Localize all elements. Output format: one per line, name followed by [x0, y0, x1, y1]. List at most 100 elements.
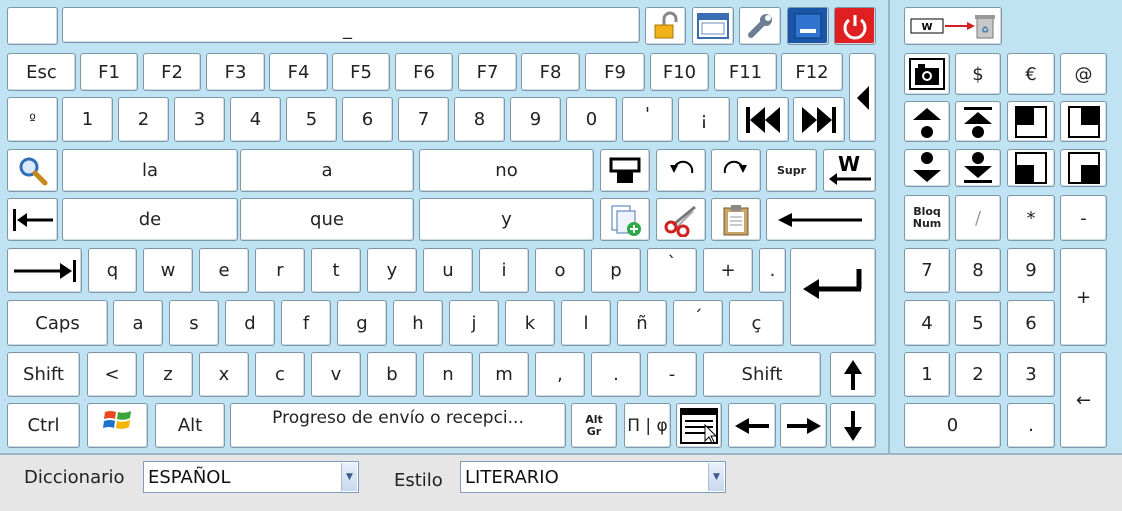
delete-word-button[interactable]: W: [823, 149, 876, 192]
f11-key[interactable]: F11: [714, 53, 777, 91]
caps-key[interactable]: Caps: [7, 300, 108, 346]
panel-toggle-button[interactable]: [849, 53, 876, 142]
search-button[interactable]: [7, 149, 58, 192]
key-v[interactable]: v: [311, 352, 361, 397]
f8-key[interactable]: F8: [521, 53, 580, 91]
window-bottom-right-button[interactable]: [1060, 149, 1107, 187]
key-4[interactable]: 4: [230, 97, 281, 142]
settings-button[interactable]: [739, 7, 781, 45]
tab-key[interactable]: [7, 248, 82, 293]
cut-button[interactable]: [656, 198, 706, 241]
key-0[interactable]: 0: [566, 97, 617, 142]
numpad-subtract-key[interactable]: -: [1060, 195, 1107, 241]
down-arrow-key[interactable]: [830, 403, 876, 448]
key-e[interactable]: e: [199, 248, 249, 293]
numpad-multiply-key[interactable]: *: [1007, 195, 1055, 241]
first-button[interactable]: [737, 97, 789, 142]
key-n[interactable]: n: [423, 352, 473, 397]
page-up-button[interactable]: [904, 101, 950, 142]
window-top-left-button[interactable]: [1007, 101, 1055, 142]
period-key[interactable]: .: [591, 352, 641, 397]
key-y[interactable]: y: [367, 248, 417, 293]
ctrl-key[interactable]: Ctrl: [7, 403, 80, 448]
numpad-2-key[interactable]: 2: [955, 352, 1001, 397]
numpad-decimal-key[interactable]: .: [1007, 403, 1055, 448]
key-a[interactable]: a: [113, 300, 163, 346]
numpad-3-key[interactable]: 3: [1007, 352, 1055, 397]
chevron-down-icon[interactable]: ▼: [708, 463, 724, 491]
key-x[interactable]: x: [199, 352, 249, 397]
key-3[interactable]: 3: [174, 97, 225, 142]
symbols-key[interactable]: Π | φ: [624, 403, 671, 448]
prediction-que[interactable]: que: [240, 198, 414, 241]
f9-key[interactable]: F9: [585, 53, 645, 91]
key-9[interactable]: 9: [510, 97, 561, 142]
numpad-4-key[interactable]: 4: [904, 300, 950, 346]
plus-key[interactable]: +: [703, 248, 753, 293]
key-q[interactable]: q: [88, 248, 137, 293]
power-button[interactable]: [834, 7, 876, 45]
backspace-key[interactable]: [766, 198, 876, 241]
prediction-y[interactable]: y: [419, 198, 594, 241]
windows-key[interactable]: [87, 403, 148, 448]
supr-key[interactable]: Supr: [766, 149, 817, 192]
home-button[interactable]: [7, 198, 58, 241]
key-6[interactable]: 6: [342, 97, 393, 142]
redo-button[interactable]: [711, 149, 761, 192]
lock-button[interactable]: [645, 7, 686, 45]
key-8[interactable]: 8: [454, 97, 505, 142]
numpad-enter-key[interactable]: ←: [1060, 352, 1107, 448]
numpad-0-key[interactable]: 0: [904, 403, 1001, 448]
print-button[interactable]: [600, 149, 650, 192]
f3-key[interactable]: F3: [206, 53, 265, 91]
window-top-right-button[interactable]: [1060, 101, 1107, 142]
esc-key[interactable]: Esc: [7, 53, 76, 91]
key-5[interactable]: 5: [286, 97, 337, 142]
f1-key[interactable]: F1: [80, 53, 138, 91]
numpad-6-key[interactable]: 6: [1007, 300, 1055, 346]
key-l[interactable]: l: [561, 300, 611, 346]
document-end-button[interactable]: [955, 149, 1001, 187]
key-o[interactable]: o: [535, 248, 585, 293]
context-menu-key[interactable]: [676, 403, 722, 448]
left-shift-key[interactable]: Shift: [7, 352, 80, 397]
prediction-a[interactable]: a: [240, 149, 414, 192]
right-shift-key[interactable]: Shift: [703, 352, 821, 397]
right-arrow-key[interactable]: [780, 403, 827, 448]
key-z[interactable]: z: [143, 352, 193, 397]
f10-key[interactable]: F10: [650, 53, 709, 91]
inverted-exclamation-key[interactable]: ¡: [678, 97, 730, 142]
text-display[interactable]: _: [62, 7, 640, 43]
key-t[interactable]: t: [311, 248, 361, 293]
numpad-7-key[interactable]: 7: [904, 248, 950, 293]
alt-key[interactable]: Alt: [155, 403, 225, 448]
f4-key[interactable]: F4: [269, 53, 328, 91]
key-enye[interactable]: ñ: [617, 300, 667, 346]
key-s[interactable]: s: [169, 300, 219, 346]
euro-key[interactable]: €: [1007, 53, 1055, 95]
style-select[interactable]: LITERARIO ▼: [460, 461, 726, 493]
key-2[interactable]: 2: [118, 97, 169, 142]
at-key[interactable]: @: [1060, 53, 1107, 95]
blank-key[interactable]: [7, 7, 58, 45]
key-u[interactable]: u: [423, 248, 473, 293]
left-arrow-key[interactable]: [728, 403, 776, 448]
numpad-5-key[interactable]: 5: [955, 300, 1001, 346]
key-k[interactable]: k: [505, 300, 555, 346]
f12-key[interactable]: F12: [781, 53, 843, 91]
key-r[interactable]: r: [255, 248, 305, 293]
dictionary-select[interactable]: ESPAÑOL ▼: [143, 461, 359, 493]
window-bottom-left-button[interactable]: [1007, 149, 1055, 187]
screenshot-button[interactable]: [904, 53, 950, 95]
prediction-no[interactable]: no: [419, 149, 594, 192]
up-arrow-key[interactable]: [830, 352, 876, 397]
key-1[interactable]: 1: [62, 97, 113, 142]
key-g[interactable]: g: [337, 300, 387, 346]
page-down-button[interactable]: [904, 149, 950, 187]
undo-button[interactable]: [656, 149, 706, 192]
prediction-de[interactable]: de: [62, 198, 238, 241]
minus-key[interactable]: -: [647, 352, 697, 397]
prediction-la[interactable]: la: [62, 149, 238, 192]
numpad-8-key[interactable]: 8: [955, 248, 1001, 293]
key-m[interactable]: m: [479, 352, 529, 397]
